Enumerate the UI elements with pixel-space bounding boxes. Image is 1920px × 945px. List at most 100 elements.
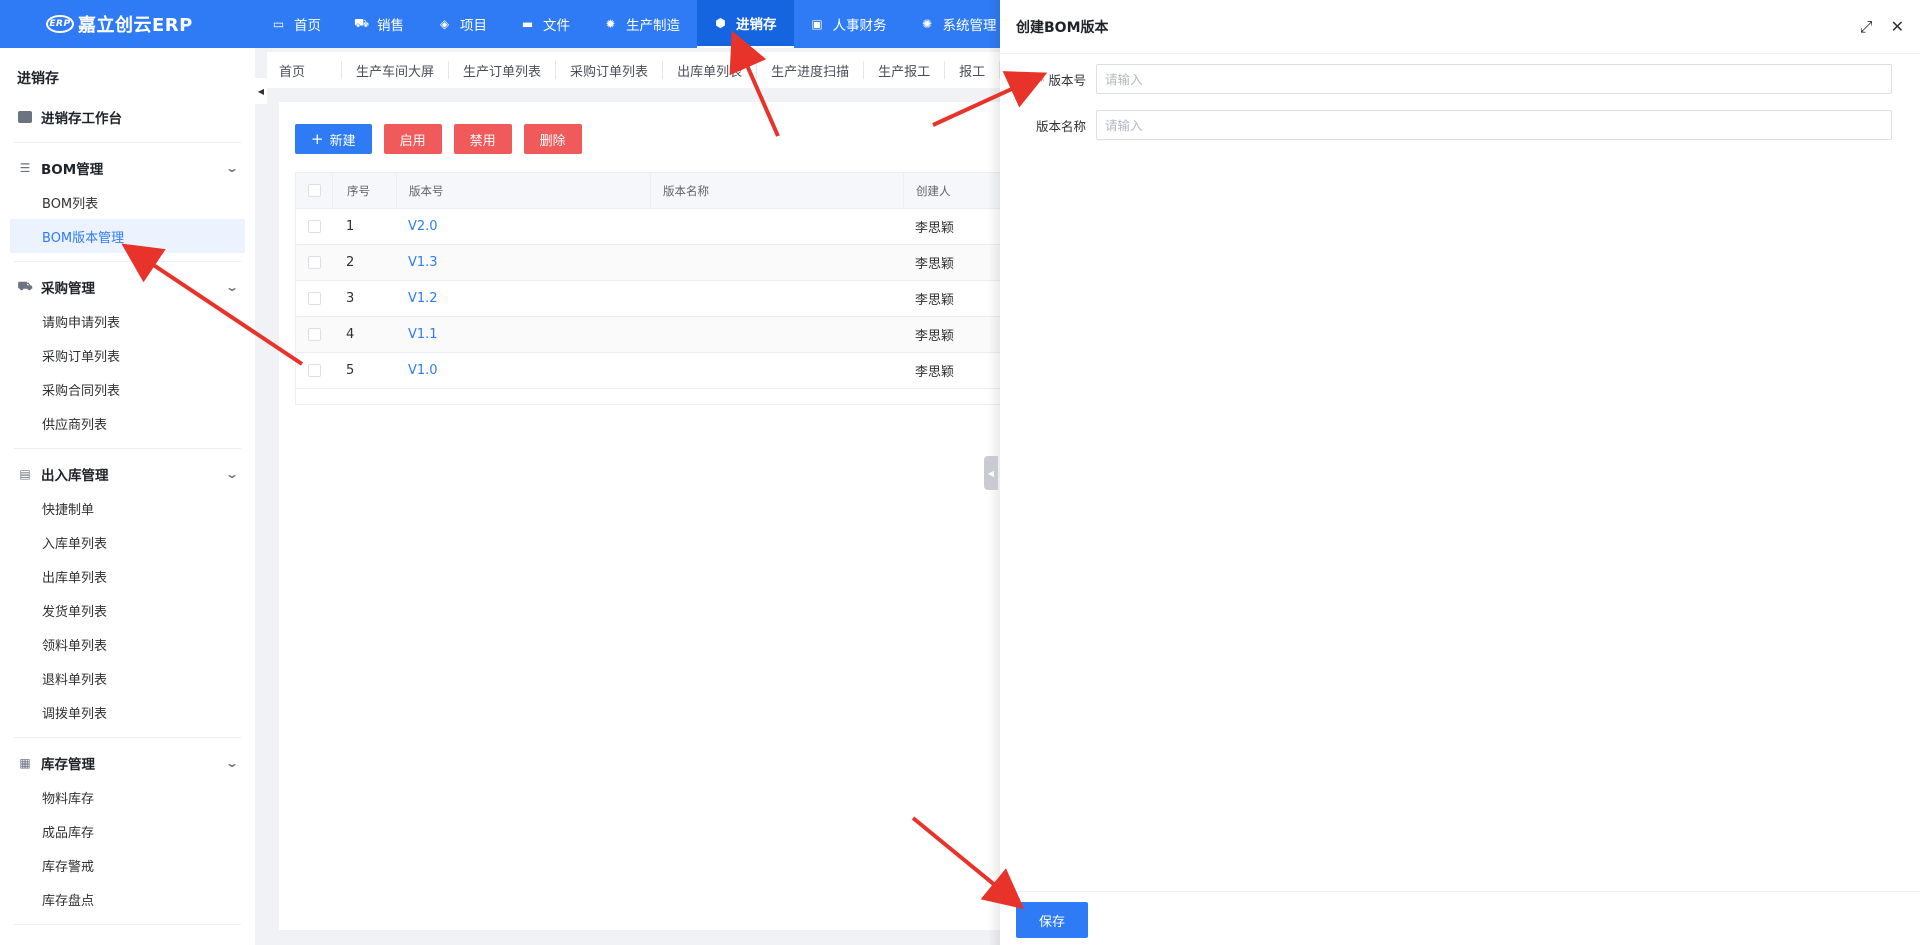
cell-index: 2 [346, 255, 355, 270]
folder-icon: ▬ [521, 17, 534, 31]
chevron-down-icon: ⌄ [224, 467, 240, 481]
tab-workshop-screen[interactable]: 生产车间大屏 [342, 61, 450, 80]
cell-index: 5 [346, 363, 355, 378]
sidebar-item-stock-alert[interactable]: 库存警戒 [0, 848, 255, 882]
sidebar-item-return-list[interactable]: 退料单列表 [0, 661, 255, 695]
disable-button[interactable]: 禁用 [453, 124, 512, 154]
row-checkbox[interactable] [307, 256, 321, 269]
version-link[interactable]: V1.2 [396, 281, 650, 316]
cell-name [650, 353, 903, 388]
sidebar-item-bom-version[interactable]: BOM版本管理 [10, 219, 245, 253]
table-footer [296, 389, 1000, 405]
drawer-edge-handle[interactable]: ◀ [984, 456, 998, 490]
settings-icon: ✺ [921, 17, 933, 31]
cell-index: 4 [346, 327, 355, 342]
version-link[interactable]: V2.0 [396, 209, 650, 244]
version-link[interactable]: V1.0 [396, 353, 650, 388]
cart-icon: ⛟ [353, 16, 370, 30]
tab-purchase-orders[interactable]: 采购订单列表 [556, 61, 664, 80]
delete-button[interactable]: 删除 [523, 124, 582, 154]
enable-button[interactable]: 启用 [383, 124, 442, 154]
nav-item-home[interactable]: ▭ 首页 [255, 0, 338, 48]
tab-production-report[interactable]: 生产报工 [864, 61, 946, 80]
sidebar-item-stock-count[interactable]: 库存盘点 [0, 882, 255, 916]
table-row[interactable]: 4 V1.1 李思颖 [296, 317, 1000, 353]
nav-item-files[interactable]: ▬ 文件 [504, 0, 587, 48]
nav-item-project[interactable]: ◈ 项目 [421, 0, 504, 48]
sidebar-group-stock-io[interactable]: ▤ 出入库管理 ⌄ [0, 457, 255, 491]
required-mark: * [1038, 72, 1045, 88]
sidebar-item-purchase-order[interactable]: 采购订单列表 [0, 338, 255, 372]
table-row[interactable]: 1 V2.0 李思颖 [296, 209, 1000, 245]
version-input[interactable] [1096, 64, 1892, 94]
group-label: 库存管理 [41, 757, 95, 773]
chart-icon [18, 111, 32, 123]
plus-icon: + [311, 130, 324, 148]
drawer-title: 创建BOM版本 [1016, 19, 1109, 36]
group-label: 出入库管理 [41, 468, 109, 484]
table-row[interactable]: 2 V1.3 李思颖 [296, 245, 1000, 281]
app-logo[interactable]: ERP 嘉立创云ERP [0, 0, 255, 48]
row-checkbox[interactable] [307, 220, 321, 233]
table-row[interactable]: 5 V1.0 李思颖 [296, 353, 1000, 389]
cell-creator: 李思颖 [915, 293, 955, 308]
close-icon[interactable]: ✕ [1891, 17, 1904, 36]
nav-item-inventory[interactable]: ⬢ 进销存 [697, 0, 794, 48]
group-label: 采购管理 [41, 281, 95, 297]
cube-icon: ⬢ [715, 16, 726, 30]
sidebar-item-shipping-list[interactable]: 发货单列表 [0, 593, 255, 627]
nav-item-manufacturing[interactable]: ✹ 生产制造 [587, 0, 697, 48]
save-button[interactable]: 保存 [1016, 902, 1088, 938]
version-name-input[interactable] [1096, 110, 1892, 140]
nav-item-sales[interactable]: ⛟ 销售 [338, 0, 421, 48]
sidebar-item-bom-list[interactable]: BOM列表 [0, 185, 255, 219]
cell-creator: 李思颖 [915, 257, 955, 272]
main-content: + 新建 启用 禁用 删除 序号 版本号 版本名称 创建人 1 V2.0 李思颖 … [279, 102, 1000, 930]
money-icon: ▣ [811, 17, 823, 31]
sidebar-item-purchase-request[interactable]: 请购申请列表 [0, 304, 255, 338]
cell-index: 1 [346, 219, 355, 234]
sidebar-group-stock[interactable]: ▦ 库存管理 ⌄ [0, 746, 255, 780]
app-title: 嘉立创云ERP [78, 15, 193, 36]
nav-label: 进销存 [736, 17, 777, 33]
gear-icon: ✹ [605, 17, 616, 31]
form-row-name: 版本名称 [1000, 110, 1892, 140]
chevron-down-icon: ⌄ [224, 756, 240, 770]
expand-icon[interactable]: ⤢ [1860, 17, 1873, 37]
sidebar-item-workbench[interactable]: 进销存工作台 [0, 100, 255, 134]
sidebar-item-picking-list[interactable]: 领料单列表 [0, 627, 255, 661]
new-button[interactable]: + 新建 [295, 124, 372, 154]
sidebar-group-purchase[interactable]: ⛟ 采购管理 ⌄ [0, 270, 255, 304]
select-all-checkbox[interactable] [307, 184, 321, 197]
sidebar-item-transfer-list[interactable]: 调拨单列表 [0, 695, 255, 729]
sidebar-item-product-stock[interactable]: 成品库存 [0, 814, 255, 848]
sidebar-item-outbound-list[interactable]: 出库单列表 [0, 559, 255, 593]
sidebar-group-bom[interactable]: ☰ BOM管理 ⌄ [0, 151, 255, 185]
tab-progress-scan[interactable]: 生产进度扫描 [757, 61, 865, 80]
sidebar-item-material-stock[interactable]: 物料库存 [0, 780, 255, 814]
row-checkbox[interactable] [307, 364, 321, 377]
sidebar-item-purchase-contract[interactable]: 采购合同列表 [0, 372, 255, 406]
header-creator: 创建人 [903, 173, 1000, 208]
drawer-footer: 保存 [1000, 891, 1920, 945]
tab-home[interactable]: 首页 [267, 61, 343, 80]
tab-production-orders[interactable]: 生产订单列表 [449, 61, 557, 80]
divider [14, 261, 241, 262]
row-checkbox[interactable] [307, 328, 321, 341]
sidebar-collapse-handle[interactable]: ◀ [255, 78, 267, 104]
cell-creator: 李思颖 [915, 221, 955, 236]
sidebar-item-quick-order[interactable]: 快捷制单 [0, 491, 255, 525]
sidebar-item-inbound-list[interactable]: 入库单列表 [0, 525, 255, 559]
version-link[interactable]: V1.3 [396, 245, 650, 280]
archive-icon: ▦ [19, 756, 31, 770]
row-checkbox[interactable] [307, 292, 321, 305]
version-label-text: 版本号 [1048, 72, 1086, 88]
version-link[interactable]: V1.1 [396, 317, 650, 352]
sidebar-item-supplier[interactable]: 供应商列表 [0, 406, 255, 440]
main-nav: ▭ 首页 ⛟ 销售 ◈ 项目 ▬ 文件 ✹ 生产制造 ⬢ 进销存 ▣ 人事财务 … [255, 0, 1014, 48]
nav-item-hr-finance[interactable]: ▣ 人事财务 [794, 0, 904, 48]
header-index: 序号 [332, 173, 396, 208]
table-row[interactable]: 3 V1.2 李思颖 [296, 281, 1000, 317]
tab-outbound-list[interactable]: 出库单列表 [663, 61, 758, 80]
chevron-down-icon: ⌄ [224, 161, 240, 175]
